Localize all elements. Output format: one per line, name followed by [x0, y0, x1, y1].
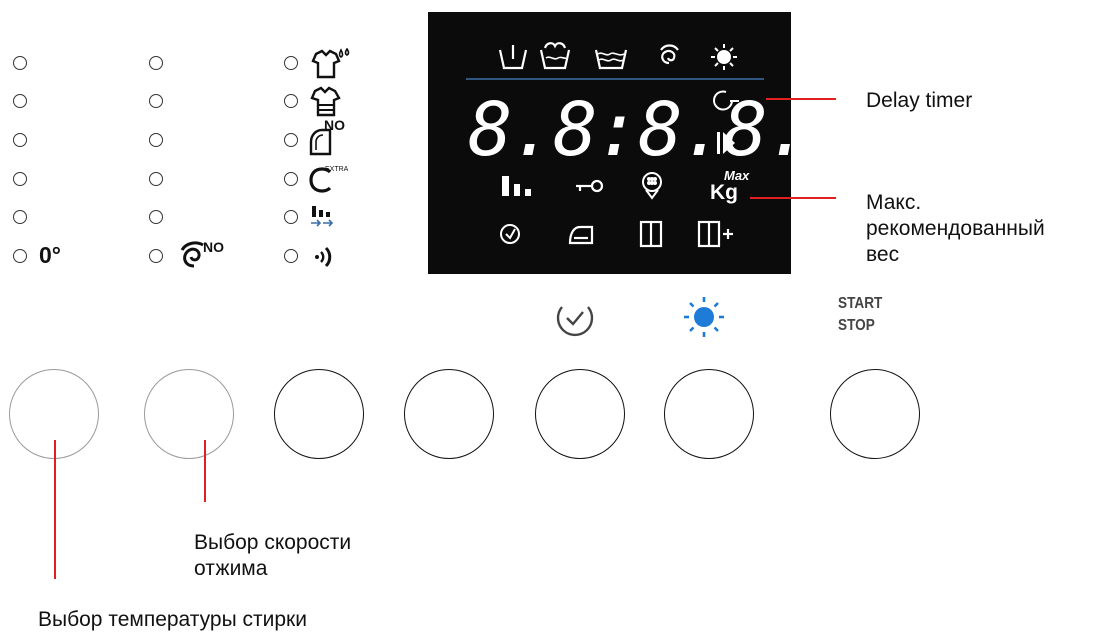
door-icon	[639, 220, 663, 248]
led-c1-r6	[13, 249, 27, 263]
spin-line-1: Выбор скорости	[194, 531, 352, 554]
shirt-easy-iron-icon	[310, 86, 341, 117]
delay-timer-annotation: Delay timer	[866, 89, 973, 112]
led-c2-r1	[149, 56, 163, 70]
start-label: START	[838, 295, 883, 312]
led-c3-r2	[284, 94, 298, 108]
stop-label: STOP	[838, 317, 875, 334]
iron-no-label: NO	[324, 117, 345, 133]
led-c2-r4	[149, 172, 163, 186]
delay-clock-icon	[556, 306, 594, 337]
led-c2-r6	[149, 249, 163, 263]
led-c2-r3	[149, 133, 163, 147]
rinse-tub-icon	[594, 49, 628, 70]
main-wash-tub-icon	[539, 42, 571, 70]
led-c3-r3	[284, 133, 298, 147]
led-c1-r5	[13, 210, 27, 224]
spin-speed-button[interactable]	[144, 369, 234, 459]
led-c1-r3	[13, 133, 27, 147]
led-c1-r1	[13, 56, 27, 70]
led-c3-r1	[284, 56, 298, 70]
sound-signal-icon	[315, 246, 332, 268]
led-c2-r2	[149, 94, 163, 108]
led-c2-r5	[149, 210, 163, 224]
leader-max-weight	[750, 197, 836, 199]
spin-speed-annotation: Выбор скорости отжима	[194, 530, 351, 582]
led-c1-r2	[13, 94, 27, 108]
key-lock-icon	[576, 179, 604, 193]
extra-label: EXTRA	[325, 166, 349, 173]
kg-label: Kg	[710, 181, 738, 204]
leader-temperature	[54, 440, 56, 579]
led-c3-r6	[284, 249, 298, 263]
option-button-3[interactable]	[274, 369, 364, 459]
led-c3-r4	[284, 172, 298, 186]
prewash-tub-icon	[498, 45, 528, 70]
delay-timer-button[interactable]	[535, 369, 625, 459]
shirt-water-icon	[311, 48, 350, 79]
spin-no-label: NO	[203, 239, 224, 255]
clock-icon	[500, 224, 520, 244]
iron-icon	[568, 225, 594, 245]
led-c1-r4	[13, 172, 27, 186]
temperature-annotation: Выбор температуры стирки	[38, 608, 307, 631]
lcd-display: Kg Max 8.8:8.8.	[428, 12, 810, 274]
display-digits: 8.8:8.8.	[468, 87, 810, 173]
light-sun-icon	[711, 44, 737, 70]
light-blue-sun-icon	[684, 297, 724, 337]
start-stop-button[interactable]	[830, 369, 920, 459]
spin-icon	[660, 44, 679, 65]
option-button-4[interactable]	[404, 369, 494, 459]
led-c3-r5	[284, 210, 298, 224]
touch-dial-icon	[642, 172, 662, 200]
leader-delay-timer	[766, 98, 836, 100]
max-weight-annotation: Макс. рекомендованный вес	[866, 190, 1045, 268]
door-plus-icon	[697, 220, 733, 248]
max-weight-line-1: Макс.	[866, 191, 922, 214]
levels-bars-icon	[502, 176, 531, 196]
prewash-steps-icon	[311, 206, 334, 227]
start-stop-label: START STOP	[838, 293, 890, 337]
leader-spin-speed	[204, 440, 206, 502]
max-weight-line-2: рекомендованный	[866, 217, 1045, 240]
temp-zero-label: 0°	[39, 242, 61, 268]
max-weight-line-3: вес	[866, 243, 900, 266]
spin-line-2: отжима	[194, 557, 268, 580]
light-button[interactable]	[664, 369, 754, 459]
